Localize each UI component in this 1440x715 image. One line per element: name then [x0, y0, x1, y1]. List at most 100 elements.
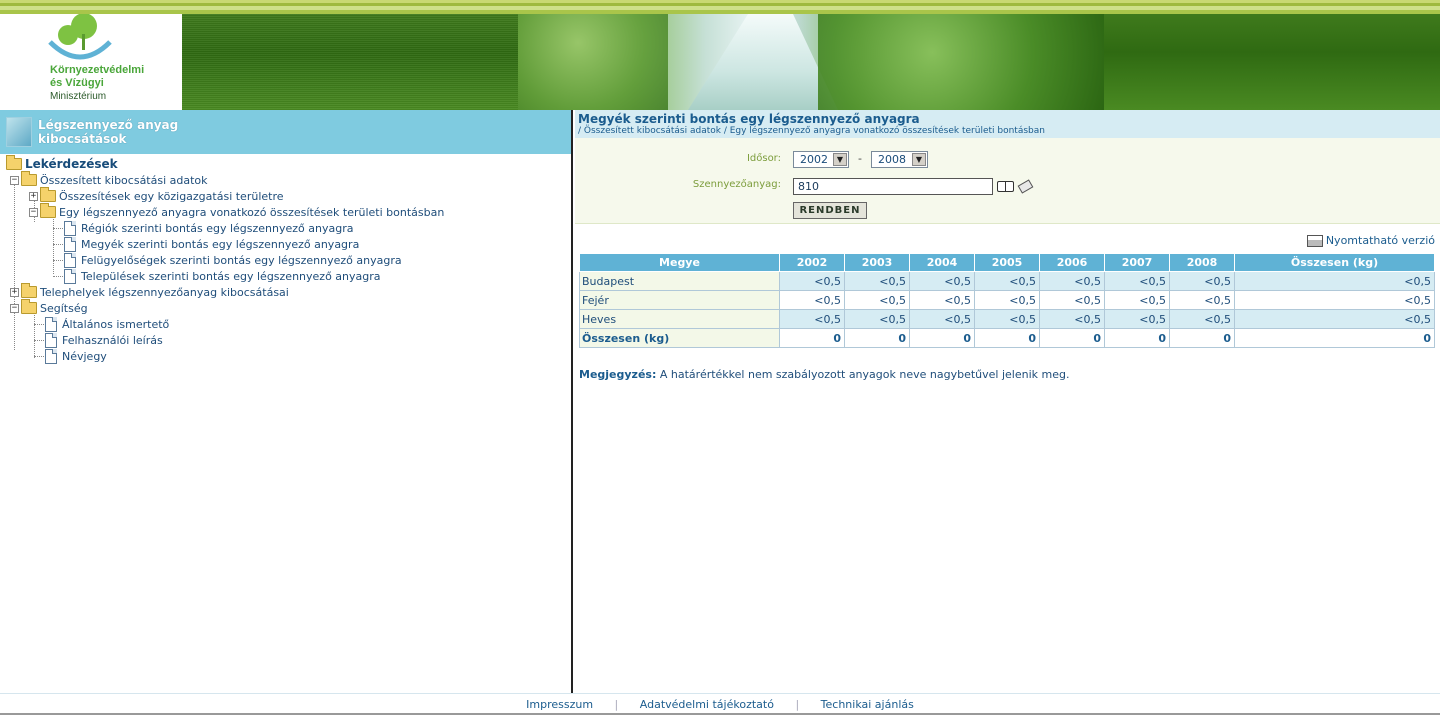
tree-item-overview[interactable]: Általános ismertető — [45, 316, 169, 332]
tree-item-help[interactable]: − Segítség — [10, 299, 88, 316]
document-icon — [45, 316, 57, 332]
value-cell: <0,5 — [1039, 309, 1105, 329]
footer-link-privacy[interactable]: Adatvédelmi tájékoztató — [640, 698, 774, 711]
tree-item-label: Egy légszennyező anyagra vonatkozó össze… — [59, 205, 445, 219]
tree-item-label: Megyék szerinti bontás egy légszennyező … — [81, 237, 360, 251]
value-cell: <0,5 — [909, 309, 975, 329]
main-content: Megyék szerinti bontás egy légszennyező … — [575, 110, 1440, 693]
value-cell: 0 — [1169, 328, 1235, 348]
expand-icon[interactable]: + — [10, 287, 19, 297]
collapse-icon[interactable]: − — [10, 303, 19, 313]
page-title: Megyék szerinti bontás egy légszennyező … — [578, 112, 920, 126]
range-dash: - — [858, 152, 862, 165]
tree-item-label: Összesítések egy közigazgatási területre — [59, 189, 284, 203]
value-cell: <0,5 — [909, 290, 975, 310]
column-header[interactable]: 2003 — [844, 253, 910, 272]
sidebar-title-line-2: kibocsátások — [38, 132, 127, 146]
value-cell: <0,5 — [1104, 290, 1170, 310]
value-cell: <0,5 — [779, 309, 845, 329]
sidebar-title: Légszennyező anyag kibocsátások — [38, 118, 178, 146]
footer-link-impressum[interactable]: Impresszum — [526, 698, 593, 711]
value-cell: <0,5 — [844, 271, 910, 291]
tree-item-counties[interactable]: Megyék szerinti bontás egy légszennyező … — [64, 236, 359, 252]
document-icon — [45, 332, 57, 348]
dropdown-arrow-icon[interactable]: ▼ — [833, 153, 847, 166]
pollutant-input[interactable]: 810 — [793, 178, 993, 195]
document-icon — [64, 220, 76, 236]
folder-open-icon — [21, 299, 37, 314]
value-cell: 0 — [974, 328, 1040, 348]
submit-button[interactable]: RENDBEN — [793, 202, 867, 219]
tree-root[interactable]: Lekérdezések — [6, 155, 118, 172]
pollutant-label: Szennyezőanyag: — [692, 179, 781, 190]
folder-open-icon — [6, 155, 22, 170]
tree-root-label: Lekérdezések — [25, 157, 118, 171]
print-link-label: Nyomtatható verzió — [1325, 234, 1435, 247]
tree-item-label: Telephelyek légszennyezőanyag kibocsátás… — [40, 285, 289, 299]
eraser-clear-icon[interactable] — [1017, 179, 1034, 194]
total-label-cell: Összesen (kg) — [579, 328, 780, 348]
tree-item-label: Felügyelőségek szerinti bontás egy légsz… — [81, 253, 402, 267]
table-row: Heves <0,5 <0,5 <0,5 <0,5 <0,5 <0,5 <0,5… — [579, 309, 1435, 329]
ministry-logo[interactable]: Környezetvédelmi és Vízügyi Minisztérium — [0, 13, 182, 110]
collapse-icon[interactable]: − — [29, 207, 38, 217]
tree-item-territorial[interactable]: − Egy légszennyező anyagra vonatkozó öss… — [29, 203, 445, 220]
column-header[interactable]: 2004 — [909, 253, 975, 272]
value-cell: <0,5 — [844, 309, 910, 329]
column-header[interactable]: 2007 — [1104, 253, 1170, 272]
period-label: Idősor: — [746, 153, 781, 164]
value-cell: 0 — [779, 328, 845, 348]
tree-item-label: Összesített kibocsátási adatok — [40, 173, 208, 187]
column-header[interactable]: Összesen (kg) — [1234, 253, 1435, 272]
value-cell: <0,5 — [1169, 309, 1235, 329]
footnote: Megjegyzés: A határértékkel nem szabályo… — [579, 368, 1069, 381]
book-lookup-icon[interactable] — [997, 181, 1014, 192]
column-header[interactable]: 2002 — [779, 253, 845, 272]
tree-item-label: Régiók szerinti bontás egy légszennyező … — [81, 221, 354, 235]
tree-item-user-guide[interactable]: Felhasználói leírás — [45, 332, 163, 348]
year-to-select[interactable]: 2008 ▼ — [871, 151, 928, 168]
tree-item-admin-area[interactable]: + Összesítések egy közigazgatási terület… — [29, 187, 284, 204]
footer-link-technical[interactable]: Technikai ajánlás — [821, 698, 914, 711]
column-header[interactable]: Megye — [579, 253, 780, 272]
value-cell: <0,5 — [779, 290, 845, 310]
tree-item-inspectorates[interactable]: Felügyelőségek szerinti bontás egy légsz… — [64, 252, 402, 268]
collapse-icon[interactable]: − — [10, 175, 19, 185]
tree-item-sites[interactable]: + Telephelyek légszennyezőanyag kibocsát… — [10, 283, 289, 300]
tree-item-label: Felhasználói leírás — [62, 333, 163, 347]
column-header[interactable]: 2008 — [1169, 253, 1235, 272]
county-cell: Fejér — [579, 290, 780, 310]
year-from-select[interactable]: 2002 ▼ — [793, 151, 849, 168]
value-cell: <0,5 — [1169, 271, 1235, 291]
folder-icon — [21, 283, 37, 298]
expand-icon[interactable]: + — [29, 191, 38, 201]
value-cell: 0 — [1104, 328, 1170, 348]
tree-item-regions[interactable]: Régiók szerinti bontás egy légszennyező … — [64, 220, 353, 236]
tree-item-summary[interactable]: − Összesített kibocsátási adatok — [10, 171, 208, 188]
tree-item-about[interactable]: Névjegy — [45, 348, 107, 364]
print-link[interactable]: Nyomtatható verzió — [1306, 234, 1435, 247]
column-header[interactable]: 2006 — [1039, 253, 1105, 272]
value-cell: 0 — [909, 328, 975, 348]
tree-logo-icon — [48, 13, 112, 60]
folder-icon — [40, 187, 56, 202]
breadcrumb: / Összesített kibocsátási adatok / Egy l… — [578, 126, 1045, 136]
tree-item-settlements[interactable]: Települések szerinti bontás egy légszenn… — [64, 268, 381, 284]
tree-item-label: Névjegy — [62, 349, 107, 363]
column-header[interactable]: 2005 — [974, 253, 1040, 272]
site-header: Környezetvédelmi és Vízügyi Minisztérium — [0, 13, 1440, 110]
dropdown-arrow-icon[interactable]: ▼ — [912, 153, 926, 166]
table-row: Budapest <0,5 <0,5 <0,5 <0,5 <0,5 <0,5 <… — [579, 271, 1435, 291]
tree-item-label: Segítség — [40, 301, 88, 315]
document-icon — [45, 348, 57, 364]
tree-item-label: Települések szerinti bontás egy légszenn… — [81, 269, 381, 283]
footnote-label: Megjegyzés: — [579, 368, 657, 381]
footnote-text: A határértékkel nem szabályozott anyagok… — [656, 368, 1070, 381]
folder-open-icon — [40, 203, 56, 218]
value-cell: <0,5 — [974, 309, 1040, 329]
top-stripe — [0, 0, 1440, 14]
footer-separator: | — [795, 698, 800, 711]
value-cell: <0,5 — [1169, 290, 1235, 310]
sidebar-title-line-1: Légszennyező anyag — [38, 118, 179, 132]
value-cell: <0,5 — [1039, 271, 1105, 291]
